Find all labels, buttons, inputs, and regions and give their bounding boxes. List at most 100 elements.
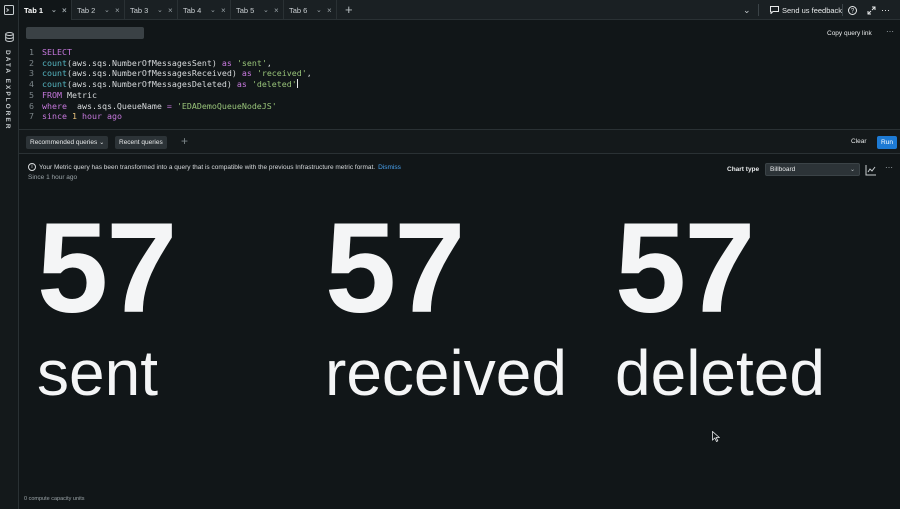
- billboard-value: 57: [37, 197, 177, 340]
- tab-label: Tab 3: [130, 5, 149, 15]
- code-line[interactable]: 1 SELECT: [29, 47, 312, 58]
- send-feedback-button[interactable]: Send us feedback: [770, 0, 842, 20]
- transform-notice: i Your Metric query has been transformed…: [28, 163, 401, 171]
- billboard-deleted: 57 deleted: [615, 197, 825, 409]
- left-rail: DATA EXPLORER: [0, 0, 19, 509]
- add-tab-icon[interactable]: +: [345, 2, 353, 17]
- help-icon[interactable]: ?: [848, 0, 857, 20]
- chart-settings-icon[interactable]: [865, 163, 877, 176]
- text-caret: [296, 79, 298, 89]
- code-token: since: [42, 111, 67, 122]
- query-editor[interactable]: Copy query link ⋯ 1 SELECT 2 count(aws.sqs.…: [19, 20, 900, 130]
- close-icon[interactable]: ×: [115, 6, 120, 15]
- line-number: 4: [29, 79, 34, 90]
- database-icon[interactable]: [3, 31, 15, 43]
- run-button[interactable]: Run: [877, 136, 897, 149]
- more-options-icon[interactable]: ⋯: [881, 0, 890, 20]
- recommended-queries-button[interactable]: Recommended queries ⌄: [26, 136, 109, 149]
- billboard-label: sent: [37, 337, 158, 409]
- code-line[interactable]: 6 where aws.sqs.QueueName = 'EDADemoQueue…: [29, 101, 312, 112]
- code-line[interactable]: 2 count(aws.sqs.NumberOfMessagesSent) as …: [29, 58, 312, 69]
- copy-query-link-button[interactable]: Copy query link: [827, 30, 872, 37]
- code-line[interactable]: 5 FROM Metric: [29, 90, 312, 101]
- tab-4[interactable]: Tab 4 ⌄ ×: [178, 0, 231, 20]
- chevron-down-icon[interactable]: ⌄: [263, 6, 269, 14]
- terminal-icon[interactable]: [3, 4, 15, 16]
- add-query-icon[interactable]: +: [181, 134, 188, 148]
- clear-button[interactable]: Clear: [851, 138, 867, 145]
- line-number: 7: [29, 111, 34, 122]
- code-token: as: [236, 79, 247, 90]
- chevron-down-icon[interactable]: ⌄: [210, 6, 216, 14]
- code-token: count: [42, 68, 67, 79]
- chevron-down-icon[interactable]: ⌄: [104, 6, 110, 14]
- code-token: count: [42, 57, 67, 68]
- tab-label: Tab 5: [236, 5, 255, 15]
- code-token: 'received': [251, 68, 307, 79]
- code-token: ,: [266, 57, 272, 68]
- tab-6[interactable]: Tab 6 ⌄ ×: [284, 0, 337, 20]
- notice-text: Your Metric query has been transformed i…: [39, 163, 376, 171]
- chevron-down-icon[interactable]: ⌄: [157, 6, 163, 14]
- chevron-down-icon[interactable]: ⌄: [51, 6, 57, 14]
- code-line[interactable]: 4 count(aws.sqs.NumberOfMessagesDeleted) …: [29, 79, 312, 90]
- chart-type-select[interactable]: Billboard ⌄: [765, 163, 860, 176]
- query-toolbar: Recommended queries ⌄ Recent queries + C…: [19, 129, 900, 154]
- info-icon: i: [28, 163, 36, 171]
- feedback-icon: [770, 6, 779, 14]
- tab-1[interactable]: Tab 1 ⌄ ×: [19, 0, 72, 20]
- line-number: 6: [29, 100, 34, 111]
- query-name-field[interactable]: [26, 27, 144, 39]
- line-number: 2: [29, 57, 34, 68]
- since-text: Since 1 hour ago: [28, 174, 78, 181]
- close-icon[interactable]: ×: [274, 6, 279, 15]
- more-options-icon[interactable]: ⋯: [886, 27, 894, 36]
- code-token: (aws.sqs.NumberOfMessagesSent): [66, 57, 222, 68]
- code-token: where: [42, 100, 67, 111]
- close-icon[interactable]: ×: [168, 6, 173, 15]
- expand-icon[interactable]: [867, 0, 876, 20]
- code-token: 'EDADemoQueueNodeJS': [171, 100, 277, 111]
- code-token: aws.sqs.QueueName: [66, 100, 167, 111]
- dismiss-link[interactable]: Dismiss: [378, 164, 401, 171]
- close-icon[interactable]: ×: [221, 6, 226, 15]
- tab-5[interactable]: Tab 5 ⌄ ×: [231, 0, 284, 20]
- code-area[interactable]: 1 SELECT 2 count(aws.sqs.NumberOfMessagesSe…: [29, 47, 312, 122]
- code-token: 1: [66, 111, 77, 122]
- recommended-queries-label: Recommended queries: [30, 139, 98, 146]
- code-line[interactable]: 3 count(aws.sqs.NumberOfMessagesReceived)…: [29, 68, 312, 79]
- close-icon[interactable]: ×: [327, 6, 332, 15]
- code-token: as: [241, 68, 252, 79]
- code-token: as: [221, 57, 232, 68]
- feedback-label: Send us feedback: [782, 5, 843, 15]
- tab-label: Tab 6: [289, 5, 308, 15]
- code-token: FROM: [42, 89, 62, 100]
- line-number: 3: [29, 68, 34, 79]
- recent-queries-button[interactable]: Recent queries: [115, 136, 167, 149]
- billboard-label: deleted: [615, 337, 825, 409]
- tab-2[interactable]: Tab 2 ⌄ ×: [72, 0, 125, 20]
- compute-units-text: 0 compute capacity units: [24, 496, 85, 502]
- billboard-value: 57: [615, 197, 755, 340]
- code-token: SELECT: [42, 47, 72, 57]
- tab-3[interactable]: Tab 3 ⌄ ×: [125, 0, 178, 20]
- tab-label: Tab 4: [183, 5, 202, 15]
- code-line[interactable]: 7 since 1 hour ago: [29, 111, 312, 122]
- code-token: (aws.sqs.NumberOfMessagesDeleted): [66, 79, 237, 90]
- close-icon[interactable]: ×: [62, 6, 67, 15]
- code-token: 'deleted': [246, 79, 297, 90]
- chevron-down-icon: ⌄: [849, 167, 855, 173]
- tab-bar: Tab 1 ⌄ × Tab 2 ⌄ × Tab 3 ⌄ × Tab 4 ⌄ × …: [19, 0, 900, 20]
- chevron-down-icon[interactable]: ⌄: [316, 6, 322, 14]
- billboard-label: received: [325, 337, 567, 409]
- mouse-cursor-icon: [712, 429, 721, 447]
- chevron-down-icon: ⌄: [99, 140, 105, 146]
- divider: [758, 4, 759, 16]
- code-token: hour ago: [76, 111, 122, 122]
- tabs-dropdown-icon[interactable]: ⌄: [743, 0, 751, 20]
- more-options-icon[interactable]: ⋯: [885, 163, 893, 172]
- tab-label: Tab 1: [24, 5, 44, 15]
- code-token: ,: [306, 68, 312, 79]
- code-token: 'sent': [231, 57, 267, 68]
- code-token: Metric: [61, 89, 97, 100]
